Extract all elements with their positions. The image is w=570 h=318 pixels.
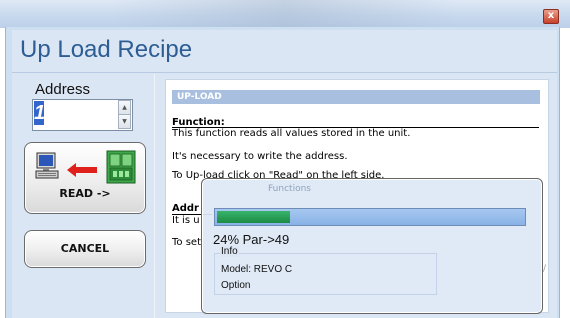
computer-icon (35, 152, 59, 179)
cancel-button-label: CANCEL (60, 242, 110, 255)
title-bar-shade (110, 0, 460, 28)
info-line-address-required: It's necessary to write the address. (172, 151, 348, 162)
unit-device-icon (106, 150, 136, 184)
address-section-title: Addr (172, 203, 199, 214)
address-spin-down-button[interactable]: ▼ (118, 114, 131, 129)
option-label: Option (221, 280, 251, 291)
read-button-label: READ -> (59, 187, 111, 200)
close-button[interactable]: x (543, 9, 559, 24)
address-value[interactable]: 1 (34, 101, 45, 125)
title-bar: x (0, 0, 570, 28)
progress-bar (214, 208, 526, 226)
info-group-title: Info (220, 246, 239, 257)
cancel-button[interactable]: CANCEL (24, 230, 146, 268)
progress-bar-fill (217, 211, 290, 223)
page-title: Up Load Recipe (20, 36, 193, 63)
address-label: Address (35, 81, 91, 98)
title-divider (12, 72, 557, 73)
read-button[interactable]: READ -> (24, 142, 146, 214)
close-icon: x (547, 10, 555, 21)
model-label: Model: REVO C (221, 264, 293, 275)
progress-status-text: 24% Par->49 (213, 232, 290, 247)
address-spin-up-button[interactable]: ▲ (118, 100, 131, 115)
info-line-address-set: To set (172, 237, 201, 248)
info-line-address-usage: It is u (172, 215, 200, 226)
info-header: UP-LOAD (172, 90, 540, 104)
popup-ghost-title: Functions (268, 184, 311, 194)
red-arrow-left-icon (67, 163, 97, 177)
function-text: This function reads all values stored in… (172, 128, 411, 139)
